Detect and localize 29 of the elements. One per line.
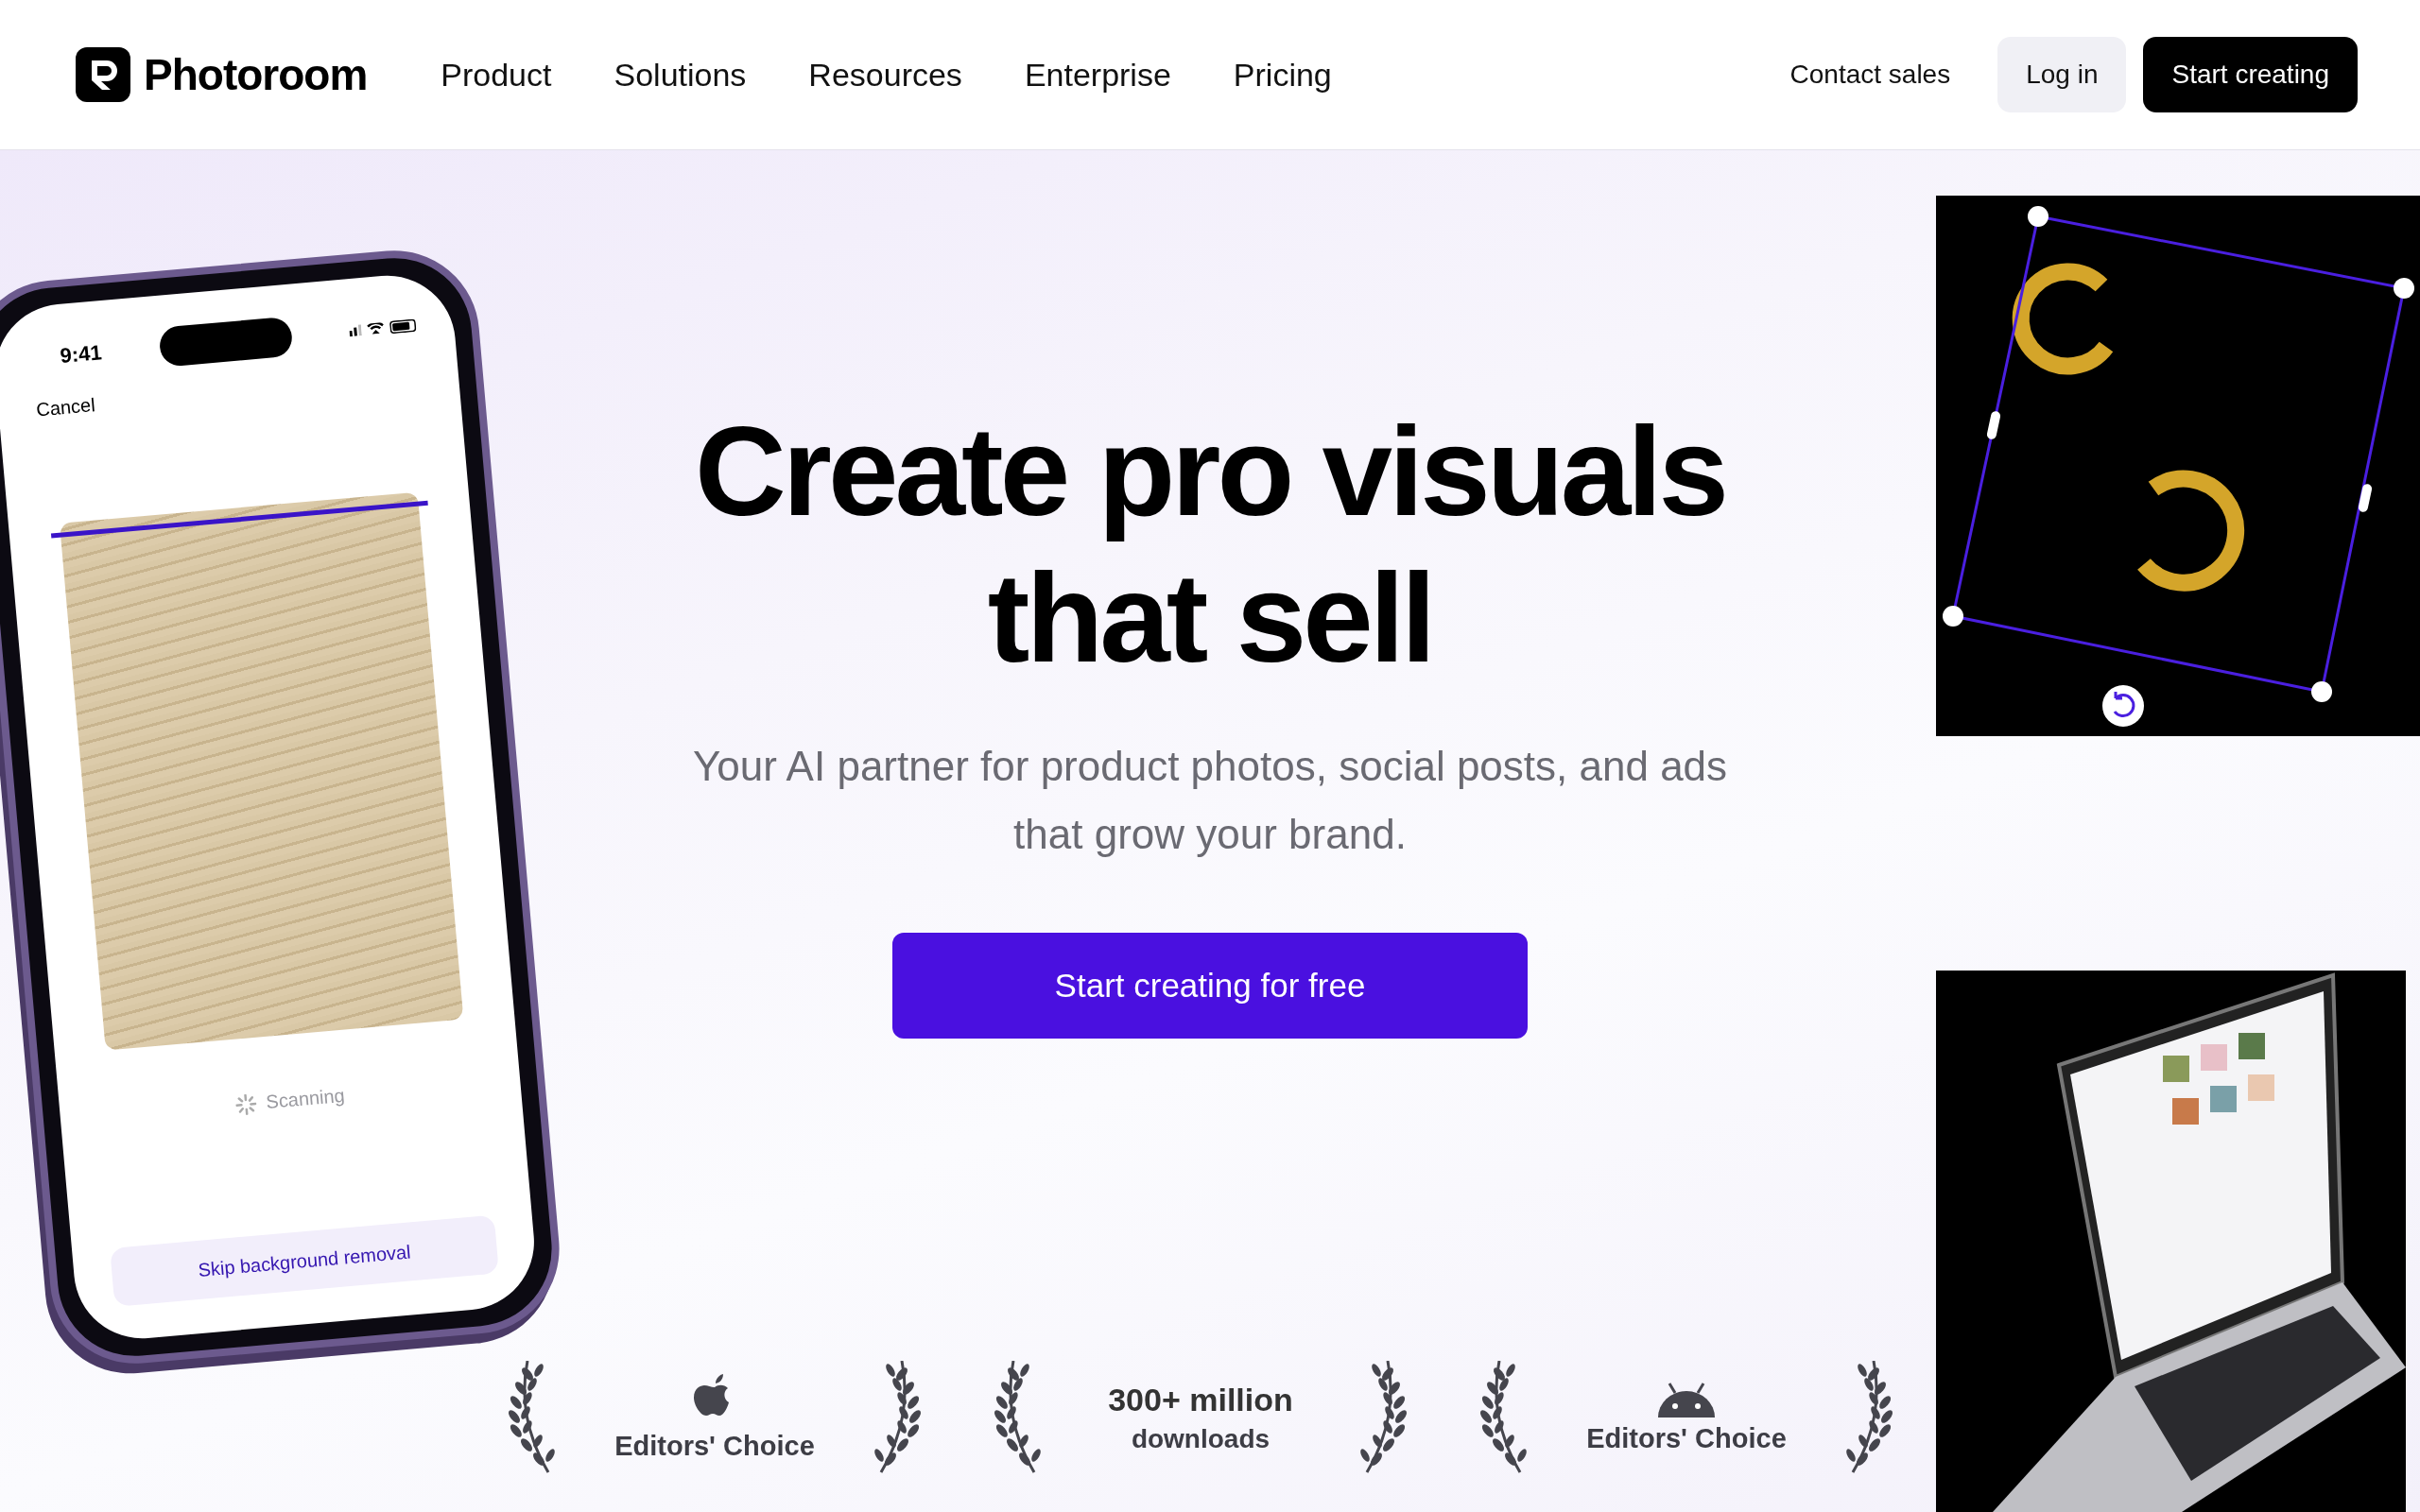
status-time: 9:41 [59, 340, 103, 369]
nav-link[interactable]: Solutions [614, 56, 747, 94]
skip-background-removal-button[interactable]: Skip background removal [110, 1214, 499, 1307]
nav-link[interactable]: Resources [808, 56, 962, 94]
nav-link[interactable]: Product [441, 56, 552, 94]
battery-icon [389, 318, 417, 335]
award-label: Editors' Choice [1586, 1422, 1787, 1454]
android-logo-icon [1658, 1381, 1715, 1418]
nav-link[interactable]: Pricing [1233, 56, 1332, 94]
award-label: Editors' Choice [614, 1430, 815, 1462]
cancel-link[interactable]: Cancel [35, 394, 96, 421]
rotate-icon[interactable] [2102, 685, 2144, 727]
download-count: 300+ million [1108, 1381, 1293, 1418]
headline: Create pro visuals [695, 400, 1725, 543]
log-in-button[interactable]: Log in [1997, 37, 2127, 112]
scanning-status: Scanning [265, 1084, 346, 1113]
logo-icon [76, 47, 130, 102]
logo-wordmark: Photoroom [144, 49, 368, 100]
spinner-icon [234, 1092, 258, 1116]
start-creating-button[interactable]: Start creating [2143, 37, 2358, 112]
contact-sales-link[interactable]: Contact sales [1789, 60, 1951, 90]
subheadline: Your AI partner for product photos, social posts, and ads [692, 742, 1728, 791]
headline: that sell [987, 546, 1433, 690]
award-label: downloads [1131, 1423, 1270, 1454]
signal-icon [348, 324, 362, 337]
nav-link[interactable]: Enterprise [1024, 56, 1171, 94]
subheadline: that grow your brand. [1013, 810, 1407, 859]
wifi-icon [366, 322, 385, 335]
start-creating-free-button[interactable]: Start creating for free [892, 933, 1528, 1039]
